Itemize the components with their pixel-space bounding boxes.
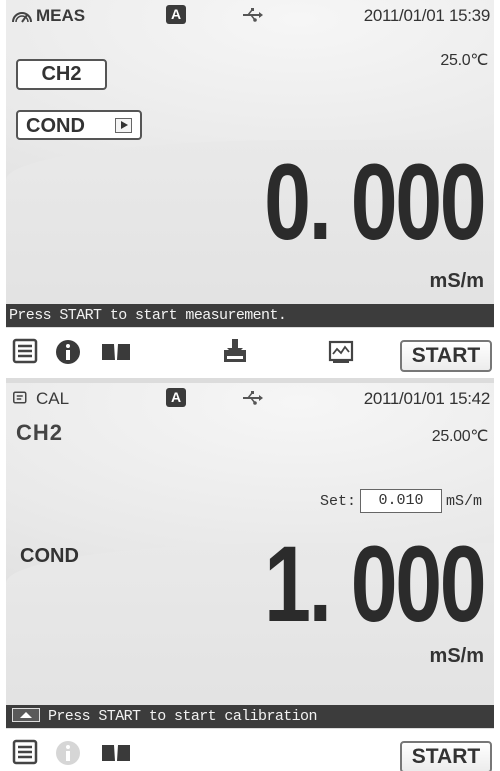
start-button[interactable]: START	[400, 340, 492, 372]
play-arrow-icon	[115, 118, 132, 133]
status-bar: MEAS A 2011/01/01 15:39	[6, 0, 494, 30]
start-button[interactable]: START	[400, 741, 492, 771]
usb-icon	[243, 391, 263, 405]
info-icon	[56, 741, 80, 765]
menu-list-icon[interactable]	[12, 739, 38, 765]
parameter-label: COND	[26, 115, 85, 137]
datetime: 2011/01/01 15:39	[363, 6, 491, 25]
parameter-select-button[interactable]: COND	[16, 110, 142, 140]
graph-icon[interactable]	[328, 340, 354, 364]
up-arrow-key-icon	[12, 708, 40, 722]
datetime: 2011/01/01 15:42	[363, 389, 491, 408]
auto-badge: A	[166, 5, 186, 24]
calibration-value: 1. 000	[263, 523, 487, 644]
message-text: Press START to start calibration	[48, 708, 317, 725]
message-bar: Press START to start measurement.	[6, 304, 494, 327]
set-value-input[interactable]: 0.010	[359, 489, 442, 513]
download-icon[interactable]	[222, 338, 248, 364]
gauge-icon	[12, 12, 32, 23]
measurement-value: 0. 000	[263, 141, 487, 262]
toolbar: START	[6, 729, 494, 771]
channel-label: CH2	[16, 420, 64, 445]
measurement-screen: MEAS A 2011/01/01 15:39 CH2 25.0℃ COND 0…	[6, 0, 494, 389]
measurement-unit: mS/m	[429, 270, 484, 292]
status-bar: CAL A 2011/01/01 15:42	[6, 383, 494, 413]
calibration-screen: CAL A 2011/01/01 15:42 CH2 25.00℃ Set: 0.…	[6, 383, 494, 771]
info-icon[interactable]	[54, 338, 82, 366]
calibration-icon	[13, 391, 27, 404]
parameter-label: COND	[20, 545, 79, 567]
message-text: Press START to start measurement.	[9, 307, 287, 324]
auto-badge: A	[166, 388, 186, 407]
book-icon[interactable]	[100, 340, 132, 364]
set-label: Set:	[319, 492, 356, 510]
mode-label: CAL	[36, 389, 70, 408]
calibration-unit: mS/m	[429, 645, 484, 667]
temperature-readout: 25.0℃	[440, 52, 488, 69]
menu-list-icon[interactable]	[12, 338, 38, 364]
toolbar: START	[6, 328, 494, 378]
set-value-row: Set: 0.010 mS/m	[320, 489, 482, 513]
message-bar: Press START to start calibration	[6, 705, 494, 728]
book-icon[interactable]	[100, 741, 132, 765]
temperature-readout: 25.00℃	[431, 428, 489, 445]
mode-label: MEAS	[36, 6, 86, 25]
set-unit: mS/m	[445, 492, 482, 510]
usb-icon	[243, 8, 263, 22]
channel-button[interactable]: CH2	[16, 59, 107, 90]
